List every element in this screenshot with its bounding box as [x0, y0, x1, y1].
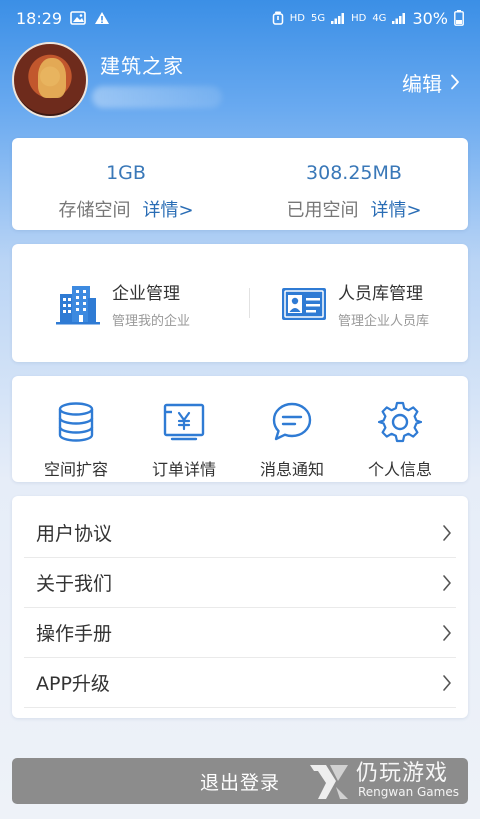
settings-menu-card: 用户协议 关于我们 操作手册 APP升级	[12, 496, 468, 718]
menu-item-label: 关于我们	[36, 573, 113, 595]
menu-item-label: APP升级	[36, 673, 110, 695]
staff-library-subtitle: 管理企业人员库	[338, 314, 430, 329]
notifications-button[interactable]: 消息通知	[242, 400, 342, 480]
alarm-icon	[272, 11, 284, 25]
divider	[249, 288, 250, 318]
avatar[interactable]	[12, 42, 88, 118]
edit-profile-button[interactable]: 编辑	[402, 68, 460, 97]
storage-used-label: 已用空间	[286, 200, 359, 221]
storage-total-label: 存储空间	[58, 200, 131, 221]
chevron-right-icon	[443, 574, 451, 591]
menu-item-user-manual[interactable]: 操作手册	[24, 608, 456, 658]
chevron-right-icon	[443, 624, 451, 641]
expand-space-label: 空间扩容	[43, 460, 108, 479]
message-icon	[272, 402, 312, 441]
building-icon	[56, 286, 100, 325]
avatar-image	[38, 58, 66, 98]
username: 建筑之家	[100, 54, 184, 78]
chevron-right-icon	[450, 71, 460, 95]
storage-card: 1GB 存储空间 详情> 308.25MB 已用空间 详情>	[12, 138, 468, 230]
storage-total: 1GB 存储空间 详情>	[12, 138, 240, 230]
staff-library-button[interactable]: 人员库管理 管理企业人员库	[280, 274, 429, 334]
signal-icon	[331, 12, 345, 24]
order-details-label: 订单详情	[151, 460, 216, 479]
notifications-label: 消息通知	[259, 460, 324, 479]
management-card: 企业管理 管理我的企业 人员库管理 管理企业人员库	[12, 244, 468, 362]
profile-header: 建筑之家 编辑	[12, 42, 468, 118]
chevron-right-icon	[443, 674, 451, 691]
personal-info-button[interactable]: 个人信息	[350, 400, 450, 480]
menu-item-app-upgrade[interactable]: APP升级	[24, 658, 456, 708]
warning-icon	[94, 11, 110, 25]
status-time: 18:29	[16, 8, 63, 28]
staff-library-title: 人员库管理	[338, 284, 423, 304]
enterprise-management-subtitle: 管理我的企业	[112, 314, 191, 329]
signal-icon-2	[392, 12, 406, 24]
status-hd-2: HD	[351, 12, 367, 24]
user-subtitle-blurred	[92, 86, 222, 108]
status-hd-1: HD	[289, 12, 305, 24]
database-icon	[58, 402, 94, 442]
battery-icon	[454, 10, 464, 26]
enterprise-management-button[interactable]: 企业管理 管理我的企业	[54, 274, 190, 334]
quick-actions-card: 空间扩容 订单详情 消息通知 个人信息	[12, 376, 468, 482]
menu-item-user-agreement[interactable]: 用户协议	[24, 508, 456, 558]
enterprise-management-title: 企业管理	[112, 284, 180, 304]
chevron-right-icon	[443, 524, 451, 541]
id-card-icon	[282, 288, 326, 320]
image-icon	[70, 11, 86, 25]
storage-total-detail-link[interactable]: 详情>	[142, 200, 193, 221]
storage-used-detail-link[interactable]: 详情>	[370, 200, 421, 221]
menu-item-about-us[interactable]: 关于我们	[24, 558, 456, 608]
battery-percent: 30%	[412, 8, 448, 28]
status-5g: 5G	[310, 12, 326, 24]
expand-space-button[interactable]: 空间扩容	[26, 400, 126, 480]
storage-used-value: 308.25MB	[306, 162, 402, 184]
logout-button[interactable]: 退出登录	[12, 758, 468, 804]
personal-info-label: 个人信息	[367, 460, 432, 479]
storage-total-value: 1GB	[106, 162, 146, 184]
order-yen-icon	[163, 403, 205, 441]
order-details-button[interactable]: 订单详情	[134, 400, 234, 480]
status-bar: 18:29 HD 5G HD 4G 30%	[0, 0, 480, 36]
edit-label: 编辑	[402, 72, 442, 96]
storage-used: 308.25MB 已用空间 详情>	[240, 138, 468, 230]
menu-item-label: 用户协议	[36, 523, 113, 545]
gear-icon	[378, 401, 422, 443]
menu-item-label: 操作手册	[36, 623, 113, 645]
status-4g: 4G	[372, 12, 387, 24]
